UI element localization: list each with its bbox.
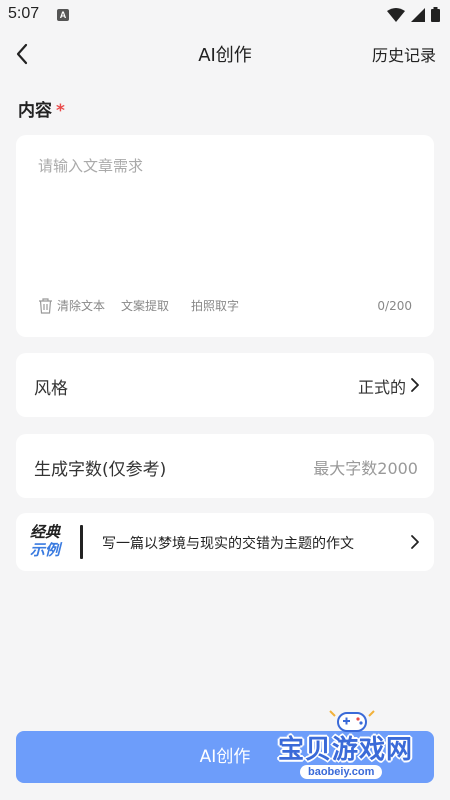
char-count: 0/200 — [377, 299, 412, 313]
example-badge-line2: 示例 — [30, 541, 61, 559]
content-tools: 清除文本 文案提取 拍照取字 — [38, 297, 239, 314]
content-input[interactable] — [38, 155, 412, 285]
wordcount-row[interactable]: 生成字数(仅参考) 最大字数2000 — [16, 434, 434, 498]
nav-bar: AI创作 历史记录 — [0, 30, 450, 78]
status-bar: 5:07 A — [0, 0, 450, 30]
style-label: 风格 — [34, 379, 68, 399]
clear-text-button[interactable]: 清除文本 — [38, 297, 105, 314]
text-extract-button[interactable]: 文案提取 — [121, 297, 169, 314]
watermark-url: baobeiy.com — [300, 765, 383, 779]
content-section-label: 内容 * — [18, 96, 65, 121]
clear-text-label: 清除文本 — [57, 299, 106, 313]
chevron-right-icon — [411, 535, 419, 549]
history-button[interactable]: 历史记录 — [372, 42, 436, 66]
notification-badge-icon: A — [57, 9, 69, 21]
content-label: 内容 — [18, 101, 52, 121]
content-card: 清除文本 文案提取 拍照取字 0/200 — [16, 135, 434, 337]
example-divider — [80, 525, 83, 559]
wordcount-label: 生成字数(仅参考) — [34, 460, 167, 480]
example-text: 写一篇以梦境与现实的交错为主题的作文 — [102, 536, 354, 552]
photo-ocr-button[interactable]: 拍照取字 — [191, 297, 239, 314]
signal-icon — [411, 7, 425, 22]
trash-icon — [39, 297, 52, 314]
status-icons — [387, 7, 440, 22]
required-mark: * — [56, 101, 65, 121]
wifi-icon — [387, 7, 405, 22]
watermark-logo: 宝贝游戏网 baobeiy.com — [270, 705, 430, 793]
example-card[interactable]: 经典 示例 写一篇以梦境与现实的交错为主题的作文 — [16, 513, 434, 571]
style-value: 正式的 — [357, 378, 406, 397]
style-row[interactable]: 风格 正式的 — [16, 353, 434, 417]
wordcount-input[interactable]: 最大字数2000 — [313, 455, 418, 479]
example-badge: 经典 示例 — [30, 523, 70, 559]
chevron-right-icon — [411, 378, 419, 392]
example-badge-line1: 经典 — [30, 523, 61, 541]
status-time: 5:07 — [8, 5, 40, 22]
watermark-text: 宝贝游戏网 — [278, 735, 414, 765]
battery-icon — [431, 7, 440, 22]
